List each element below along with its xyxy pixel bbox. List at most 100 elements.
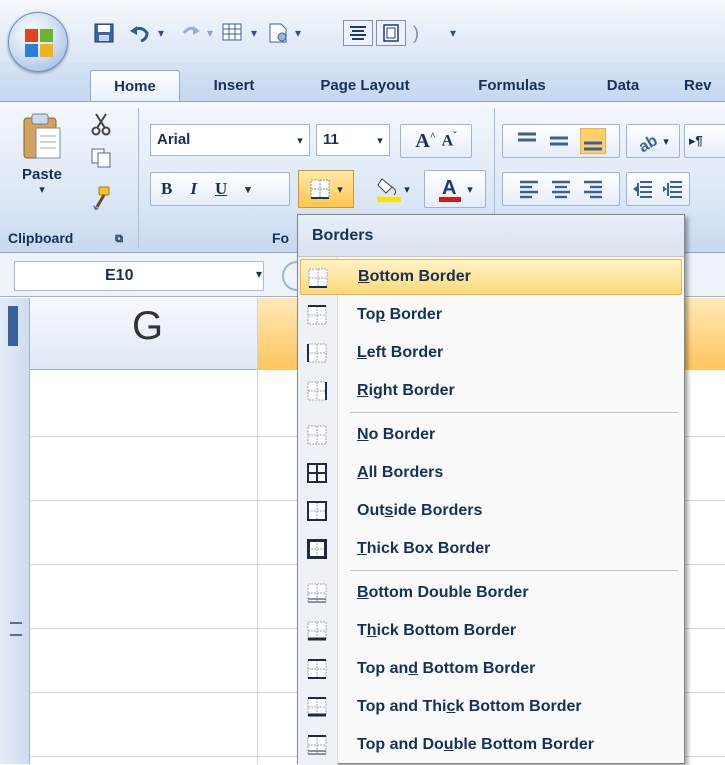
orientation-dropdown-arrow[interactable]: ▾	[663, 135, 669, 148]
decrease-indent-icon[interactable]	[632, 179, 654, 199]
save-icon[interactable]	[92, 20, 116, 46]
menu-separator	[350, 570, 678, 571]
menu-item-top-border[interactable]: Top Border	[300, 297, 682, 333]
menu-item-bottom-border[interactable]: Bottom Border	[300, 259, 682, 295]
menu-item-label: Top and Double Bottom Border	[357, 736, 595, 753]
tab-home[interactable]: Home	[90, 70, 180, 102]
clipboard-launcher-icon[interactable]: ⧉	[110, 230, 128, 248]
menu-item-top-and-bottom-border[interactable]: Top and Bottom Border	[300, 651, 682, 687]
vertical-align-buttons	[502, 124, 620, 158]
format-painter-icon[interactable]	[86, 182, 116, 214]
clipboard-group-label: Clipboard	[8, 230, 74, 246]
quick-access-toolbar: ▾ ▾ ▾ ▾ ) ▾	[0, 0, 725, 62]
orientation-icon: ab	[637, 132, 661, 152]
paste-button[interactable]: Paste ▾	[14, 112, 70, 222]
name-box-dropdown-arrow[interactable]: ▾	[256, 267, 262, 281]
menu-item-label: Top Border	[357, 306, 443, 323]
page-setup-icon[interactable]	[376, 20, 406, 46]
menu-item-label: Bottom Border	[358, 268, 471, 285]
tab-formulas[interactable]: Formulas	[460, 70, 564, 102]
horizontal-align-buttons	[502, 172, 620, 206]
orientation-button[interactable]: ab ▾	[626, 124, 680, 158]
ribbon-tabs: Home Insert Page Layout Formulas Data Re…	[0, 62, 725, 102]
menu-item-label: Bottom Double Border	[357, 584, 529, 601]
redo-icon[interactable]	[180, 20, 202, 46]
menu-item-label: Top and Bottom Border	[357, 660, 536, 677]
tab-review[interactable]: Rev	[684, 70, 725, 102]
print-preview-icon[interactable]	[218, 20, 248, 46]
document-dropdown-arrow[interactable]: ▾	[292, 20, 304, 46]
increase-indent-icon[interactable]	[662, 179, 684, 199]
menu-item-label: Thick Bottom Border	[357, 622, 517, 639]
font-name-box[interactable]: Arial	[150, 124, 310, 156]
right-border-icon	[306, 380, 328, 402]
grow-font-icon[interactable]: A^	[415, 130, 435, 153]
menu-item-all-borders[interactable]: All Borders	[300, 455, 682, 491]
bold-button[interactable]: B	[161, 179, 172, 199]
office-button[interactable]	[8, 12, 68, 72]
top-border-icon	[306, 304, 328, 326]
menu-separator	[350, 412, 678, 413]
redo-dropdown-arrow[interactable]: ▾	[204, 20, 216, 46]
bottom-align-icon[interactable]	[580, 128, 606, 154]
cut-icon[interactable]	[86, 110, 116, 138]
paste-dropdown-arrow[interactable]: ▾	[39, 183, 45, 196]
align-left-icon[interactable]	[518, 179, 540, 199]
top-and-thick-bottom-border-icon	[306, 696, 328, 718]
font-size-dropdown-arrow[interactable]: ▾	[372, 130, 388, 150]
column-divider	[257, 298, 258, 764]
split-handle[interactable]	[10, 622, 22, 636]
borders-dropdown-menu: Borders Bottom Border Top Border Left Bord…	[297, 214, 685, 765]
italic-button[interactable]: I	[190, 179, 197, 199]
menu-item-top-and-thick-bottom-border[interactable]: Top and Thick Bottom Border	[300, 689, 682, 725]
menu-item-top-and-double-bottom-border[interactable]: Top and Double Bottom Border	[300, 727, 682, 763]
split-handle-top[interactable]	[8, 306, 18, 346]
column-header-g[interactable]: G	[40, 304, 255, 349]
menu-item-no-border[interactable]: No Border	[300, 417, 682, 453]
align-center-icon[interactable]	[343, 20, 373, 46]
wrap-text-button[interactable]: ▸¶	[684, 124, 725, 158]
menu-item-thick-box-border[interactable]: Thick Box Border	[300, 531, 682, 567]
menu-item-left-border[interactable]: Left Border	[300, 335, 682, 371]
thick-box-border-icon	[306, 538, 328, 560]
top-align-icon[interactable]	[516, 131, 538, 151]
menu-item-outside-borders[interactable]: Outside Borders	[300, 493, 682, 529]
font-color-button[interactable]: A ▾	[424, 170, 486, 208]
copy-icon[interactable]	[86, 144, 116, 172]
middle-align-icon[interactable]	[548, 131, 570, 151]
outside-borders-icon	[306, 500, 328, 522]
menu-item-right-border[interactable]: Right Border	[300, 373, 682, 409]
menu-header: Borders	[298, 215, 684, 257]
borders-dropdown-arrow[interactable]: ▾	[337, 183, 343, 196]
undo-dropdown-arrow[interactable]: ▾	[154, 20, 168, 46]
fill-color-button[interactable]: ▾	[366, 170, 420, 208]
align-right-icon[interactable]	[582, 179, 604, 199]
borders-button[interactable]: ▾	[298, 170, 354, 208]
menu-item-label: Thick Box Border	[357, 540, 491, 557]
paste-label: Paste	[21, 166, 63, 183]
underline-button[interactable]: U	[215, 179, 227, 199]
font-color-dropdown-arrow[interactable]: ▾	[467, 183, 473, 196]
menu-item-thick-bottom-border[interactable]: Thick Bottom Border	[300, 613, 682, 649]
fill-color-icon	[377, 178, 402, 202]
name-box[interactable]: E10	[14, 261, 264, 291]
document-icon[interactable]	[264, 20, 292, 46]
font-name-dropdown-arrow[interactable]: ▾	[292, 130, 308, 150]
customize-qat-arrow[interactable]: ▾	[446, 20, 460, 46]
underline-dropdown-arrow[interactable]: ▾	[245, 183, 251, 196]
menu-item-bottom-double-border[interactable]: Bottom Double Border	[300, 575, 682, 611]
indent-buttons	[626, 172, 690, 206]
fill-color-dropdown-arrow[interactable]: ▾	[404, 183, 410, 196]
font-group-label: Fo	[272, 230, 290, 246]
tab-data[interactable]: Data	[588, 70, 658, 102]
group-divider	[138, 108, 139, 248]
align-center-text-icon[interactable]	[550, 179, 572, 199]
grow-shrink-font-buttons[interactable]: A^ Aˇ	[400, 124, 472, 158]
undo-icon[interactable]	[128, 20, 152, 46]
tab-page-layout[interactable]: Page Layout	[300, 70, 430, 102]
shrink-font-icon[interactable]: Aˇ	[442, 131, 457, 150]
menu-item-label: All Borders	[357, 464, 444, 481]
bottom-border-icon	[307, 267, 329, 289]
tab-insert[interactable]: Insert	[196, 70, 272, 102]
table-dropdown-arrow[interactable]: ▾	[248, 20, 260, 46]
